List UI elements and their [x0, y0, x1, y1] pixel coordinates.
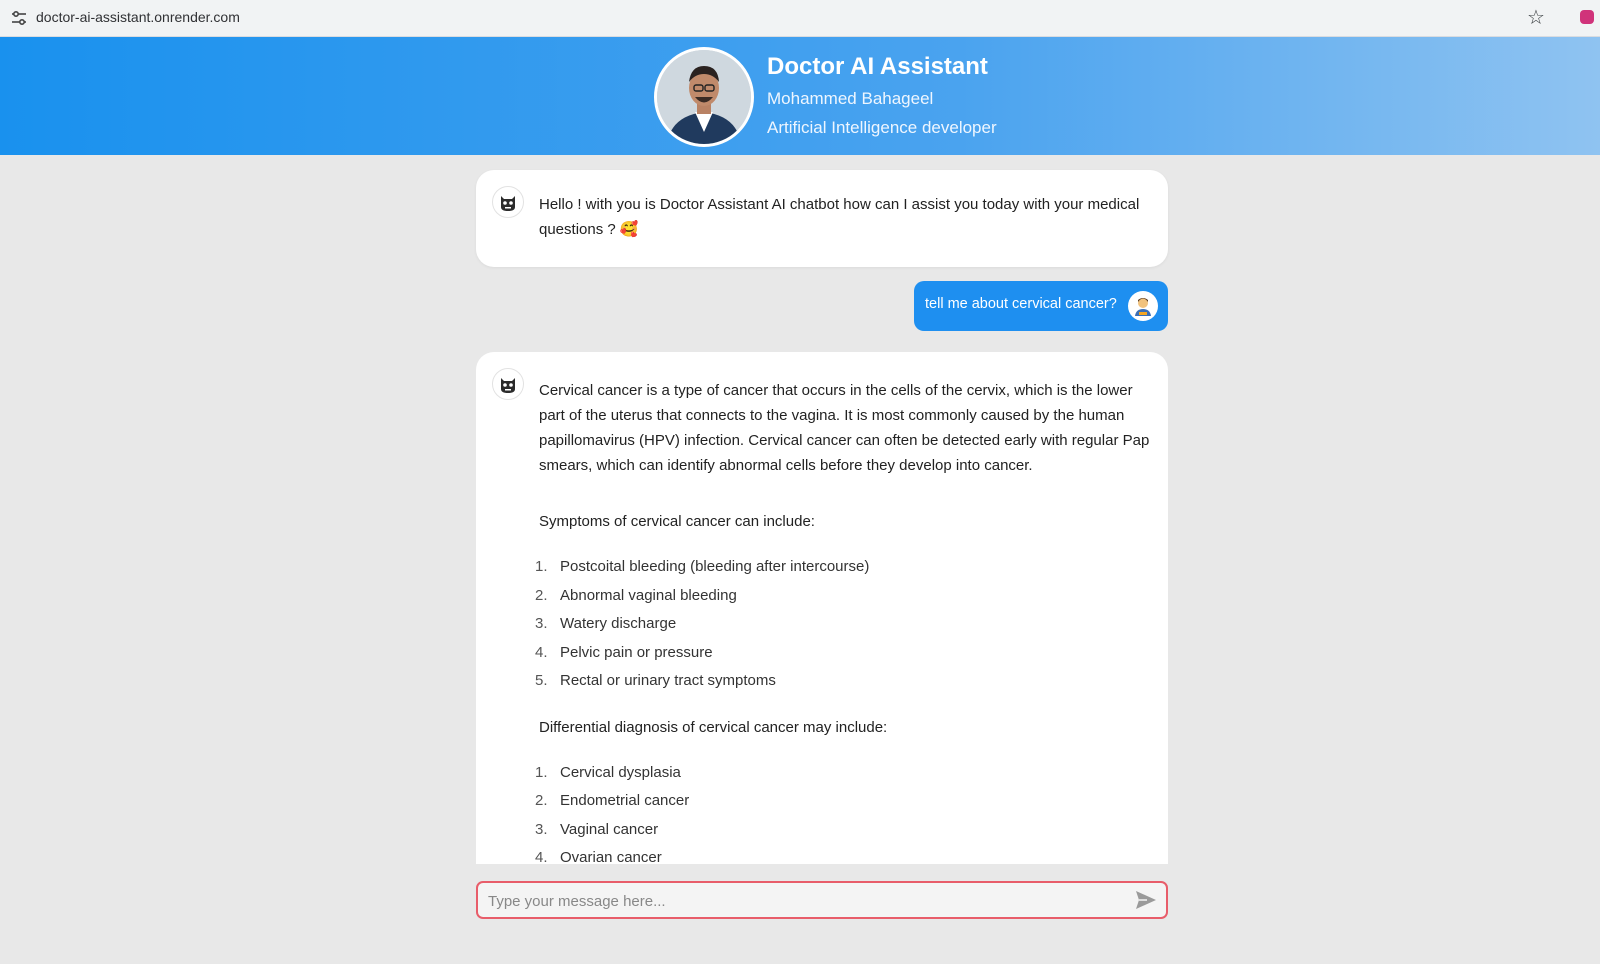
list-item: 1. Postcoital bleeding (bleeding after in…: [535, 558, 870, 575]
bot-answer-message[interactable]: Cervical cancer is a type of cancer that…: [476, 352, 1168, 864]
browser-address-bar: doctor-ai-assistant.onrender.com ☆: [0, 0, 1600, 37]
symptoms-heading: Symptoms of cervical cancer can include:: [539, 513, 815, 530]
differential-heading: Differential diagnosis of cervical cance…: [539, 718, 888, 736]
list-item: 1. Cervical dysplasia: [535, 763, 681, 781]
list-item: 3. Watery discharge: [535, 615, 677, 632]
list-item: 3. Vaginal cancer: [535, 820, 659, 838]
author-role: Artificial Intelligence developer: [767, 118, 997, 137]
differential-list: 1. Cervical dysplasia 2. Endometrial cance…: [535, 759, 1150, 865]
star-icon[interactable]: ☆: [1527, 5, 1545, 30]
send-icon[interactable]: [1134, 889, 1158, 911]
bot-avatar-icon: [492, 186, 524, 218]
list-item: 4. Pelvic pain or pressure: [535, 643, 713, 661]
tune-icon[interactable]: [10, 9, 28, 27]
bot-answer-body: Cervical cancer is a type of cancer that…: [535, 378, 1150, 865]
message-input[interactable]: [486, 883, 1110, 919]
extension-icon[interactable]: [1580, 10, 1594, 24]
user-message-text: tell me about cervical cancer?: [925, 296, 1117, 312]
user-message: tell me about cervical cancer?: [914, 281, 1168, 331]
bot-message-text: Hello ! with you is Doctor Assistant AI …: [539, 196, 1140, 238]
bot-message: Hello ! with you is Doctor Assistant AI …: [476, 170, 1168, 267]
list-item: 5. Rectal or urinary tract symptoms: [535, 672, 776, 689]
url-text[interactable]: doctor-ai-assistant.onrender.com: [36, 9, 240, 25]
app-header: Doctor AI Assistant Mohammed Bahageel Ar…: [0, 37, 1600, 155]
app-title: Doctor AI Assistant: [767, 53, 988, 80]
author-name: Mohammed Bahageel: [767, 89, 934, 108]
user-avatar-icon: [1128, 291, 1158, 321]
profile-avatar: [654, 47, 754, 147]
answer-intro: Cervical cancer is a type of cancer that…: [539, 382, 1150, 474]
message-input-box: [476, 881, 1168, 919]
list-item: 4. Ovarian cancer: [535, 849, 662, 864]
list-item: 2. Endometrial cancer: [535, 792, 690, 809]
list-item: 2. Abnormal vaginal bleeding: [535, 586, 737, 604]
symptoms-list: 1. Postcoital bleeding (bleeding after in…: [535, 553, 1150, 696]
bot-avatar-icon: [492, 368, 524, 400]
